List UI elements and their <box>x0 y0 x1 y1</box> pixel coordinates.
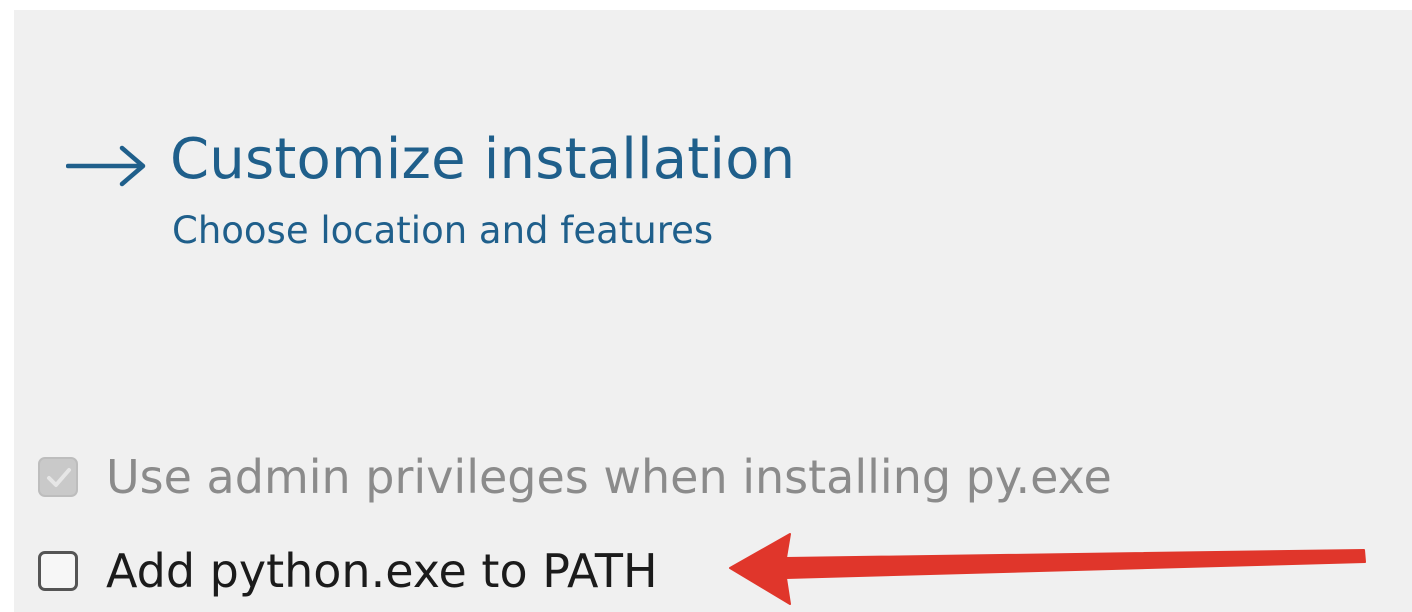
checkmark-icon <box>47 468 71 487</box>
add-to-path-checkbox[interactable] <box>38 551 78 591</box>
red-arrow-icon <box>729 533 1366 605</box>
customize-installation-link[interactable]: Customize installation Choose location a… <box>66 122 826 262</box>
admin-privileges-option: Use admin privileges when installing py.… <box>38 446 1112 508</box>
admin-privileges-checkbox <box>38 457 78 497</box>
right-arrow-icon <box>66 145 146 187</box>
add-to-path-option[interactable]: Add python.exe to PATH <box>38 540 658 602</box>
customize-installation-subtitle[interactable]: Choose location and features <box>172 206 713 256</box>
add-to-path-label[interactable]: Add python.exe to PATH <box>106 541 658 601</box>
installer-window: Customize installation Choose location a… <box>14 10 1412 612</box>
customize-installation-title[interactable]: Customize installation <box>170 122 795 198</box>
admin-privileges-label: Use admin privileges when installing py.… <box>106 450 1112 504</box>
